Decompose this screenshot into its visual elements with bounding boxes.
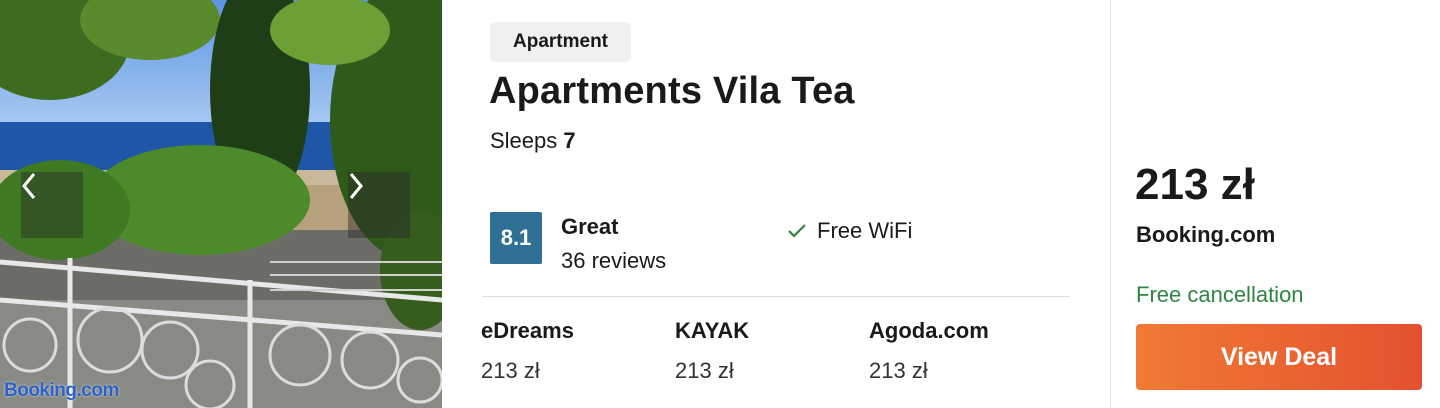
divider: [482, 296, 1070, 297]
sleeps-label: Sleeps: [490, 128, 558, 153]
property-type-badge: Apartment: [490, 22, 632, 62]
view-deal-button[interactable]: View Deal: [1136, 324, 1422, 390]
rating-score-badge: 8.1: [490, 212, 542, 264]
provider-price: 213 zł: [675, 358, 734, 383]
provider-name: Agoda.com: [869, 318, 989, 343]
deal-panel: 213 zł Booking.com Free cancellation Vie…: [1111, 0, 1440, 408]
check-icon: [787, 223, 807, 239]
photo-next-button[interactable]: [348, 172, 410, 238]
provider-name: KAYAK: [675, 318, 750, 343]
free-cancellation-label: Free cancellation: [1136, 282, 1304, 307]
amenity-label: Free WiFi: [817, 218, 913, 243]
rating-word: Great: [561, 214, 619, 239]
amenity-free-wifi: Free WiFi: [787, 218, 912, 244]
provider-offer[interactable]: Agoda.com 213 zł: [869, 318, 989, 384]
photo-credit-watermark: Booking.com: [4, 380, 119, 401]
deal-provider: Booking.com: [1136, 222, 1276, 247]
listing-info: Apartment Apartments Vila Tea Sleeps 7 8…: [442, 0, 1110, 408]
provider-name: eDreams: [481, 318, 574, 343]
hotel-photo[interactable]: Booking.com: [0, 0, 442, 408]
sleeps-info: Sleeps 7: [490, 128, 576, 154]
deal-price: 213 zł: [1135, 160, 1255, 209]
review-count[interactable]: 36 reviews: [561, 248, 666, 274]
provider-price: 213 zł: [481, 358, 540, 383]
sleeps-count: 7: [563, 128, 576, 153]
photo-prev-button[interactable]: [21, 172, 83, 238]
provider-offer[interactable]: KAYAK 213 zł: [675, 318, 749, 384]
hotel-name[interactable]: Apartments Vila Tea: [489, 70, 855, 113]
provider-price: 213 zł: [869, 358, 928, 383]
provider-offer[interactable]: eDreams 213 zł: [481, 318, 574, 384]
